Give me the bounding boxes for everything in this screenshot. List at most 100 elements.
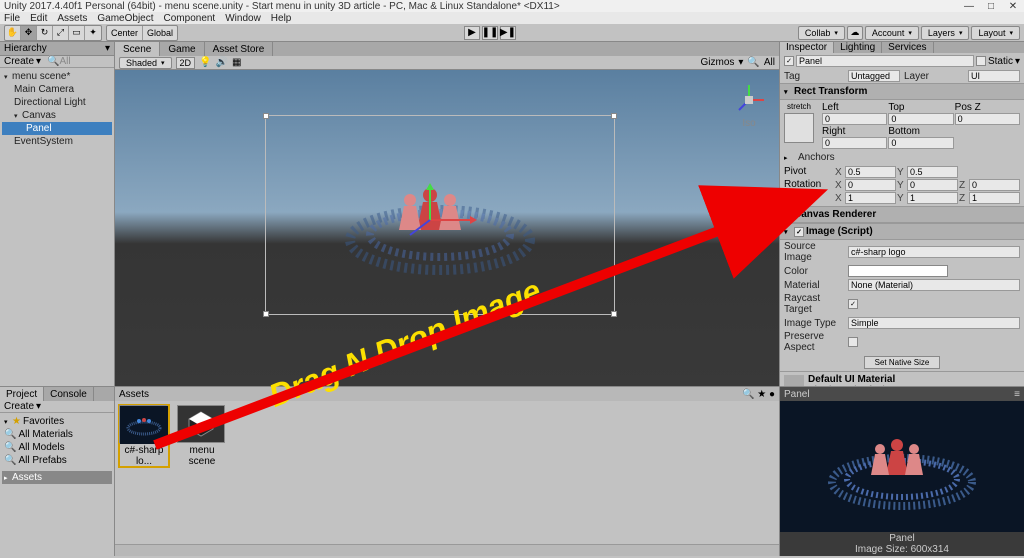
right-field[interactable]: 0 [822,137,887,149]
tab-scene[interactable]: Scene [115,42,160,56]
tab-services[interactable]: Services [882,42,933,53]
preview-image-size: Image Size: 600x314 [781,544,1023,555]
menu-file[interactable]: File [4,13,20,24]
canvas-renderer-header[interactable]: ▾Canvas Renderer [780,206,1024,223]
pivot-global-button[interactable]: Global [143,26,177,40]
object-name-field[interactable]: Panel [796,55,974,67]
asset-menu-scene[interactable]: menu scene [177,405,227,467]
fx-icon[interactable]: ▦ [232,57,241,68]
favorites-folder[interactable]: ▾★Favorites [2,415,112,428]
layers-dropdown[interactable]: Layers [921,26,970,40]
fav-all-models[interactable]: 🔍All Models [2,441,112,454]
hierarchy-search[interactable]: 🔍All [47,56,71,67]
assets-breadcrumb[interactable]: Assets [119,389,149,400]
set-native-size-button[interactable]: Set Native Size [864,356,941,369]
color-field[interactable] [848,265,948,277]
panel-menu-icon[interactable]: ▾ [105,43,110,54]
layer-field[interactable]: UI [968,70,1020,82]
rot-y[interactable]: 0 [907,179,958,191]
play-button[interactable]: ▶ [464,26,480,40]
image-component-header[interactable]: ▾✓Image (Script) [780,223,1024,240]
menu-edit[interactable]: Edit [30,13,47,24]
assets-folder[interactable]: ▸Assets [2,471,112,484]
maximize-button[interactable]: □ [984,1,998,12]
mode-2d-toggle[interactable]: 2D [176,57,196,69]
scale-x[interactable]: 1 [845,192,896,204]
tab-inspector[interactable]: Inspector [780,42,834,53]
material-field[interactable]: None (Material) [848,279,1020,291]
rot-z[interactable]: 0 [969,179,1020,191]
collab-dropdown[interactable]: Collab [798,26,845,40]
rect-tool[interactable]: ▭ [69,26,85,40]
tab-project[interactable]: Project [0,387,44,401]
fav-all-prefabs[interactable]: 🔍All Prefabs [2,454,112,467]
hierarchy-item-canvas[interactable]: ▾Canvas [2,109,112,122]
shading-mode[interactable]: Shaded [119,57,172,69]
menu-window[interactable]: Window [225,13,261,24]
close-button[interactable]: ✕ [1006,1,1020,12]
move-tool[interactable]: ✥ [21,26,37,40]
tab-game[interactable]: Game [160,42,204,56]
menu-component[interactable]: Component [164,13,216,24]
preview-viewport[interactable] [780,401,1024,532]
anchor-preset[interactable] [784,113,814,143]
cloud-icon[interactable]: ☁ [847,26,863,40]
pivot-y[interactable]: 0.5 [907,166,958,178]
lighting-icon[interactable]: 💡 [199,57,211,68]
pause-button[interactable]: ❚❚ [482,26,498,40]
source-image-field[interactable]: c#-sharp logo [848,246,1020,258]
hierarchy-item-camera[interactable]: Main Camera [2,83,112,96]
scene-root[interactable]: ▾menu scene* [2,70,112,83]
menu-gameobject[interactable]: GameObject [97,13,153,24]
rect-transform-header[interactable]: ▾Rect Transform [780,83,1024,100]
scale-y[interactable]: 1 [907,192,958,204]
static-label: Static [988,56,1013,67]
preview-menu-icon[interactable]: ≡ [1014,389,1020,400]
pivot-x[interactable]: 0.5 [845,166,896,178]
hand-tool[interactable]: ✋ [5,26,21,40]
tab-asset-store[interactable]: Asset Store [205,42,274,56]
hierarchy-create-button[interactable]: Create [4,56,34,67]
window-title: Unity 2017.4.40f1 Personal (64bit) - men… [4,1,560,12]
hierarchy-item-eventsystem[interactable]: EventSystem [2,135,112,148]
layout-dropdown[interactable]: Layout [971,26,1020,40]
tab-console[interactable]: Console [44,387,94,401]
menu-help[interactable]: Help [271,13,292,24]
assets-grid[interactable]: c#-sharp lo... menu scene [115,401,779,544]
menu-assets[interactable]: Assets [57,13,87,24]
hierarchy-item-light[interactable]: Directional Light [2,96,112,109]
top-field[interactable]: 0 [888,113,953,125]
hierarchy-tab[interactable]: Hierarchy [4,43,47,54]
static-checkbox[interactable] [976,56,986,66]
rotate-tool[interactable]: ↻ [37,26,53,40]
minimize-button[interactable]: — [962,1,976,12]
active-checkbox[interactable]: ✓ [784,56,794,66]
assets-search[interactable]: 🔍 ★ ● [742,389,775,400]
audio-icon[interactable]: 🔊 [216,57,228,68]
raycast-checkbox[interactable]: ✓ [848,299,858,309]
orientation-gizmo[interactable]: Iso [729,80,769,120]
tag-field[interactable]: Untagged [848,70,900,82]
left-field[interactable]: 0 [822,113,887,125]
project-create-button[interactable]: Create [4,401,34,412]
default-material-header[interactable]: Default UI Material Shader UI/Default [780,371,1024,386]
gizmos-dropdown[interactable]: Gizmos [700,57,734,68]
tab-lighting[interactable]: Lighting [834,42,882,53]
hierarchy-item-panel[interactable]: Panel [2,122,112,135]
fav-all-materials[interactable]: 🔍All Materials [2,428,112,441]
posz-field[interactable]: 0 [955,113,1020,125]
pivot-center-button[interactable]: Center [107,26,143,40]
scene-search[interactable]: 🔍 [747,57,759,68]
scale-tool[interactable]: ⤢ [53,26,69,40]
asset-csharp-logo[interactable]: c#-sharp lo... [119,405,169,467]
bottom-field[interactable]: 0 [888,137,953,149]
anchors-label[interactable]: Anchors [798,152,858,163]
scale-z[interactable]: 1 [969,192,1020,204]
rot-x[interactable]: 0 [845,179,896,191]
image-type-field[interactable]: Simple [848,317,1020,329]
preserve-aspect-checkbox[interactable] [848,337,858,347]
step-button[interactable]: ▶❚ [500,26,516,40]
transform-tool[interactable]: ✦ [85,26,101,40]
account-dropdown[interactable]: Account [865,26,919,40]
assets-footer [115,544,779,556]
